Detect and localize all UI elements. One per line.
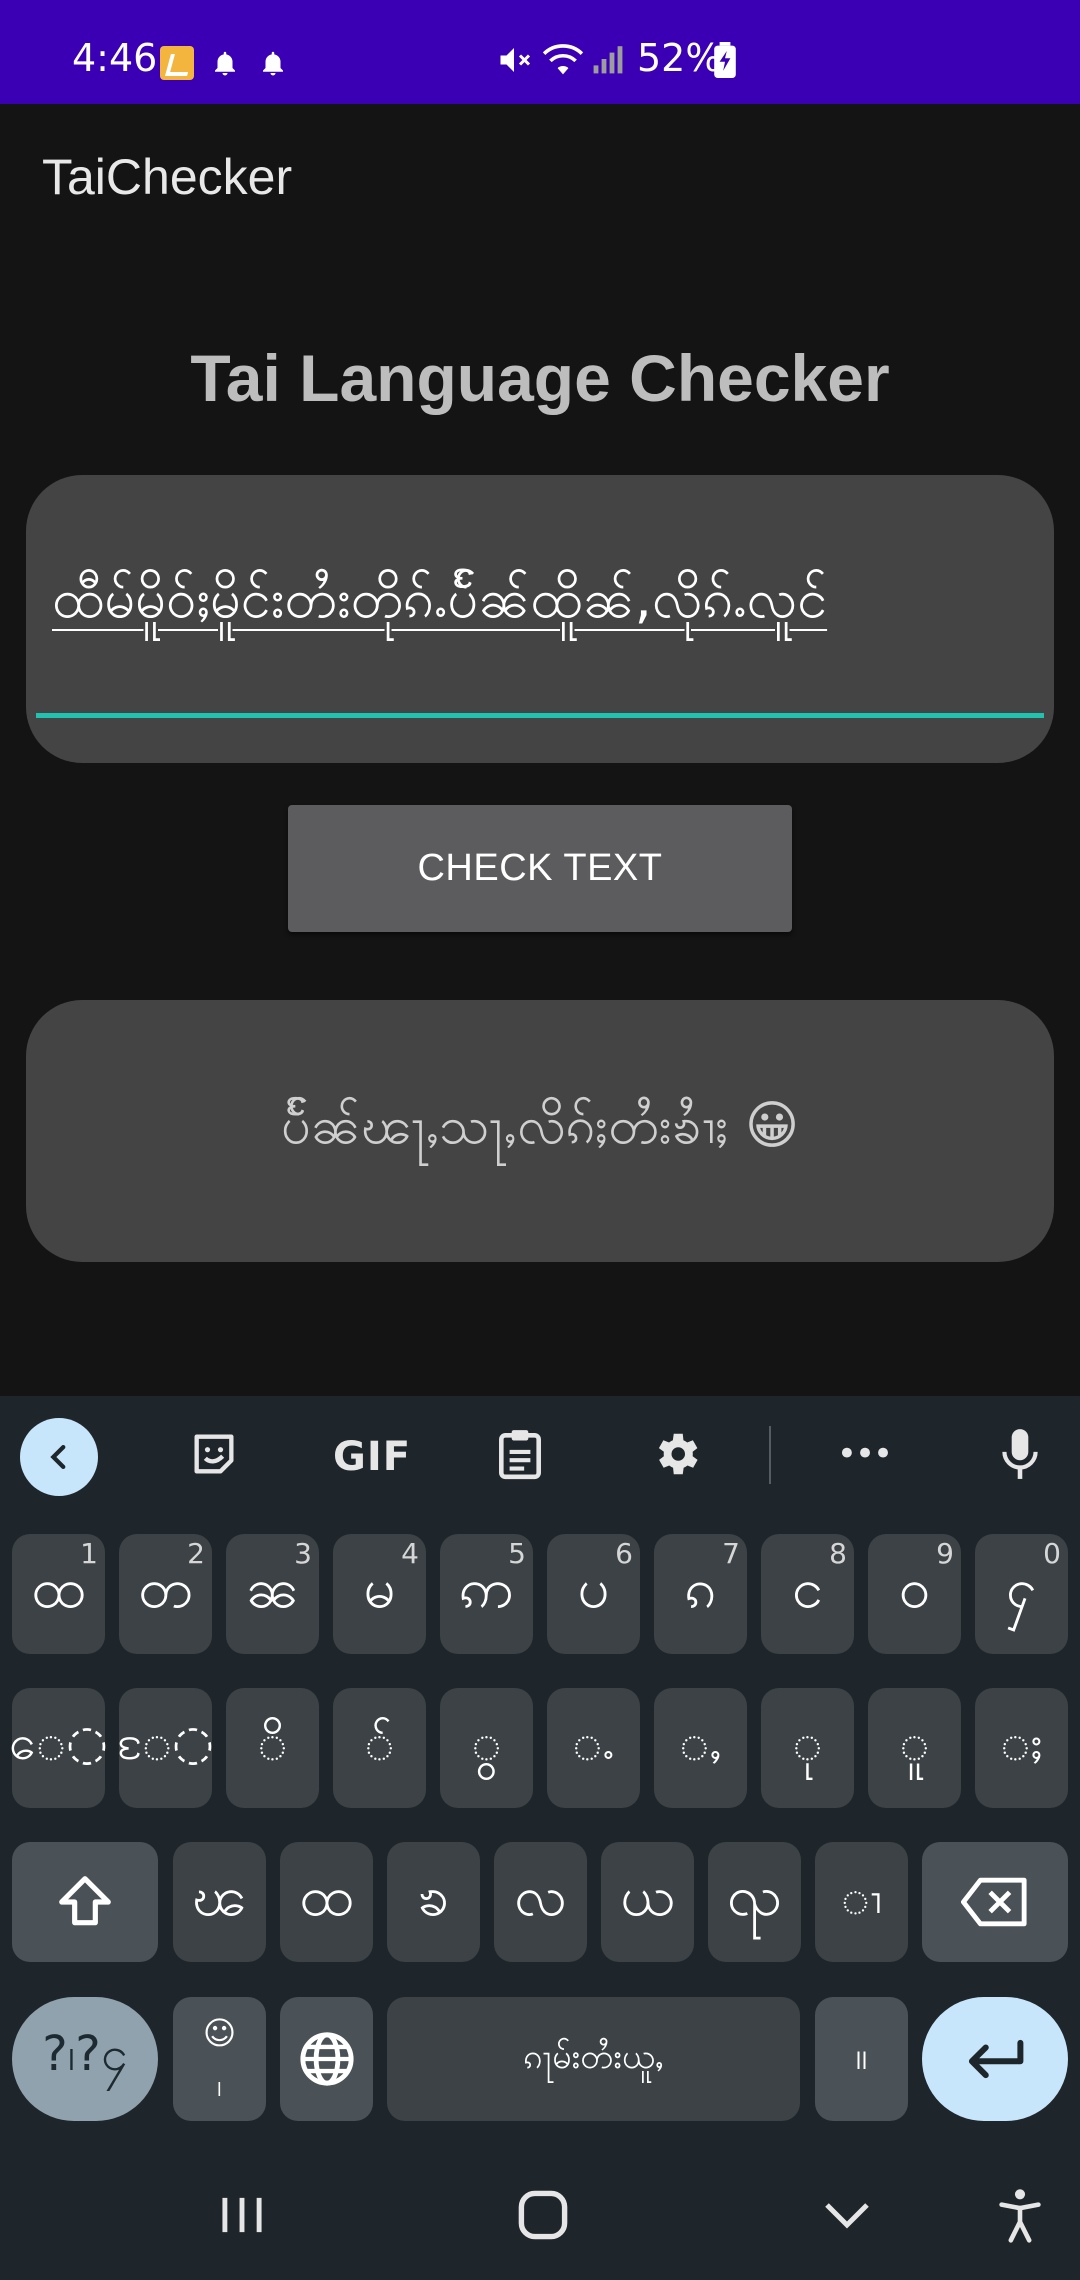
clipboard-icon[interactable] [490,1424,550,1484]
text-input-value[interactable]: ထီမ်မိူဝ်ႈမိူင်းတႆးတိုၵ်ႉပ်ႅၼ်ထိူၼ်,လိုၵ… [52,565,827,644]
key-1[interactable]: ထ1 [12,1534,105,1654]
status-time: 4:46 [72,36,158,80]
key-0[interactable]: ႁ0 [975,1534,1068,1654]
key-7[interactable]: ၵ7 [654,1534,747,1654]
key-row3-7[interactable]: ◌ၢ [815,1842,908,1962]
key-row2-9[interactable]: ◌ူ [868,1688,961,1808]
key-row2-6[interactable]: ◌ႉ [547,1688,640,1808]
result-text: ပ်ႅၼ်ၽႃႇသႃႇလိၵ်ႈတႆးၶၢႆႈ 😀 [280,1096,800,1156]
accessibility-icon[interactable] [985,2180,1055,2250]
key-row3-3[interactable]: ၶ [387,1842,480,1962]
signal-icon [593,46,623,74]
sticker-icon[interactable] [184,1424,244,1484]
key-row2-10[interactable]: ◌ႈ [975,1688,1068,1808]
shift-key[interactable] [12,1842,158,1962]
mic-icon[interactable] [990,1424,1050,1484]
emoji-icon: ☺ [202,2014,237,2052]
recents-icon[interactable] [207,2180,277,2250]
backspace-icon [961,1877,1027,1927]
input-underline [36,713,1044,718]
key-3[interactable]: ၼ3 [226,1534,319,1654]
key-row2-2[interactable]: ႄ◌ [117,1688,214,1808]
key-4[interactable]: မ4 [333,1534,426,1654]
key-row2-1[interactable]: ေ◌ [9,1688,108,1808]
status-bar: 4:46 52% [0,0,1080,104]
screen: 4:46 52% TaiChecker Tai Language Checker… [0,0,1080,2280]
key-row2-5[interactable]: ◌ွ [440,1688,533,1808]
space-key[interactable]: ၵႃမ်းတႆးယူႇ [387,1997,800,2121]
battery-percentage: 52% [637,36,722,80]
key-2[interactable]: တ2 [119,1534,212,1654]
key-row2-4[interactable]: ◌် [333,1688,426,1808]
bell-icon [215,51,235,76]
key-8[interactable]: င8 [761,1534,854,1654]
hide-keyboard-icon[interactable] [812,2180,882,2250]
more-icon[interactable]: ••• [834,1424,894,1484]
key-row3-4[interactable]: လ [494,1842,587,1962]
result-card: ပ်ႅၼ်ၽႃႇသႃႇလိၵ်ႈတႆးၶၢႆႈ 😀 [26,1000,1054,1262]
wifi-icon [542,44,584,75]
key-5[interactable]: ဢ5 [440,1534,533,1654]
key-9[interactable]: ဝ9 [868,1534,961,1654]
key-row3-1[interactable]: ၽ [173,1842,266,1962]
backspace-key[interactable] [922,1842,1068,1962]
period-key[interactable]: ။ [815,1997,908,2121]
symbols-key[interactable]: ?၊?၄ [12,1997,158,2121]
check-text-button[interactable]: CHECK TEXT [288,805,792,932]
enter-key[interactable] [922,1997,1068,2121]
gif-button[interactable]: GIF [333,1434,411,1480]
key-row2-7[interactable]: ◌ႇ [654,1688,747,1808]
key-row3-5[interactable]: ယ [601,1842,694,1962]
app-notification-icon [160,46,194,80]
keyboard-toolbar: GIF ••• [0,1396,1080,1511]
back-icon[interactable] [20,1418,98,1496]
mute-icon [500,48,531,72]
key-row2-3[interactable]: ◌ိ [226,1688,319,1808]
toolbar-divider [769,1426,771,1484]
key-row3-6[interactable]: ၺ [708,1842,801,1962]
emoji-comma-key[interactable]: ☺ ၊ [173,1997,266,2121]
language-key[interactable] [280,1997,373,2121]
page-heading: Tai Language Checker [190,341,890,415]
shift-icon [59,1876,111,1926]
globe-icon [299,2032,354,2086]
key-row3-2[interactable]: ထ [280,1842,373,1962]
home-icon[interactable] [508,2180,578,2250]
app-title: TaiChecker [42,149,293,205]
comma-label: ၊ [216,2066,223,2104]
battery-icon [714,42,736,78]
settings-icon[interactable] [646,1424,706,1484]
navigation-bar [0,2148,1080,2280]
enter-icon [968,2039,1024,2079]
key-6[interactable]: ပ6 [547,1534,640,1654]
key-row2-8[interactable]: ◌ု [761,1688,854,1808]
soft-keyboard: GIF ••• ထ 1 တ 2 ၼ 3 မ 4 ဢ 5 ပ 6 ၵ 7 င 8 … [0,1396,1080,2148]
bell-icon [263,51,283,76]
